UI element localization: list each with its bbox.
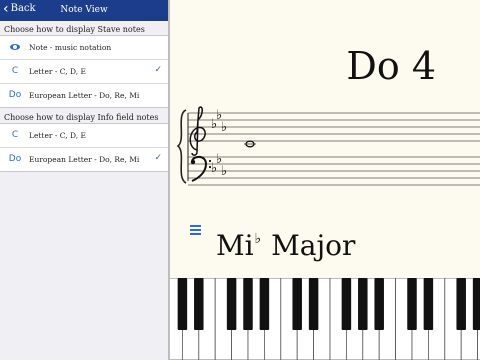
option-label: Letter - C, D, E bbox=[29, 67, 87, 76]
info-section-header: Choose how to display Info field notes bbox=[4, 113, 159, 122]
stave_section-option-row[interactable]: Do European Letter - Do, Re, Mi bbox=[0, 84, 168, 107]
black-key[interactable] bbox=[259, 278, 270, 330]
stave-section-header: Choose how to display Stave notes bbox=[4, 25, 145, 34]
black-key[interactable] bbox=[177, 278, 188, 330]
option-label: European Letter - Do, Re, Mi bbox=[29, 155, 140, 164]
key-note: Mi bbox=[216, 229, 254, 262]
do-icon: Do bbox=[8, 154, 22, 164]
option-label: Letter - C, D, E bbox=[29, 131, 87, 140]
stave_section-option-row[interactable]: C Letter - C, D, E ✓ bbox=[0, 60, 168, 84]
note-view-panel: Do 4 ♭ ♭ ♭ ♭ ♭ ♭ Mi♭ Major bbox=[170, 0, 480, 360]
grand-staff: ♭ ♭ ♭ ♭ ♭ ♭ bbox=[176, 106, 480, 186]
key-accidental: ♭ bbox=[254, 231, 262, 247]
checkmark-icon: ✓ bbox=[154, 65, 162, 75]
black-key[interactable] bbox=[341, 278, 352, 330]
black-key[interactable] bbox=[226, 278, 237, 330]
flat-icon: ♭ bbox=[221, 164, 227, 179]
key-signature-treble: ♭ ♭ ♭ bbox=[211, 108, 227, 135]
letter-c-icon: C bbox=[11, 66, 19, 76]
key-signature-bass: ♭ ♭ ♭ bbox=[211, 152, 227, 179]
piano-keyboard[interactable] bbox=[170, 278, 480, 360]
note-middle-c bbox=[244, 140, 256, 148]
black-key[interactable] bbox=[472, 278, 480, 330]
brace-icon bbox=[176, 109, 187, 184]
key-title: Mi♭ Major bbox=[216, 229, 355, 262]
black-key[interactable] bbox=[456, 278, 466, 330]
black-key[interactable] bbox=[423, 278, 434, 330]
info_section-option-row[interactable]: C Letter - C, D, E bbox=[0, 124, 168, 148]
treble-clef-icon bbox=[189, 106, 206, 156]
option-label: Note - music notation bbox=[29, 43, 112, 52]
option-label: European Letter - Do, Re, Mi bbox=[29, 91, 140, 100]
black-key[interactable] bbox=[407, 278, 417, 330]
checkmark-icon: ✓ bbox=[154, 153, 162, 163]
do-icon: Do bbox=[8, 90, 22, 100]
black-key[interactable] bbox=[374, 278, 384, 330]
menu-icon[interactable] bbox=[190, 225, 201, 237]
bass-clef-icon bbox=[190, 155, 212, 182]
black-key[interactable] bbox=[243, 278, 253, 330]
stave_section-option-row[interactable]: Note - music notation bbox=[0, 36, 168, 60]
settings-panel: ‹ Back Note View Choose how to display S… bbox=[0, 0, 168, 360]
black-key[interactable] bbox=[308, 278, 319, 330]
flat-icon: ♭ bbox=[221, 120, 227, 135]
letter-c-icon: C bbox=[11, 130, 19, 140]
key-mode: Major bbox=[271, 229, 356, 262]
navigation-bar: ‹ Back Note View bbox=[0, 0, 168, 21]
info_section-option-row[interactable]: Do European Letter - Do, Re, Mi ✓ bbox=[0, 148, 168, 171]
eye-icon bbox=[7, 42, 23, 52]
black-key[interactable] bbox=[194, 278, 204, 330]
stave-options-list: Note - music notation C Letter - C, D, E ✓ D… bbox=[0, 35, 168, 108]
black-key[interactable] bbox=[292, 278, 302, 330]
nav-title: Note View bbox=[60, 5, 108, 15]
black-key[interactable] bbox=[358, 278, 368, 330]
info-options-list: C Letter - C, D, E Do European Letter - Do,… bbox=[0, 123, 168, 172]
